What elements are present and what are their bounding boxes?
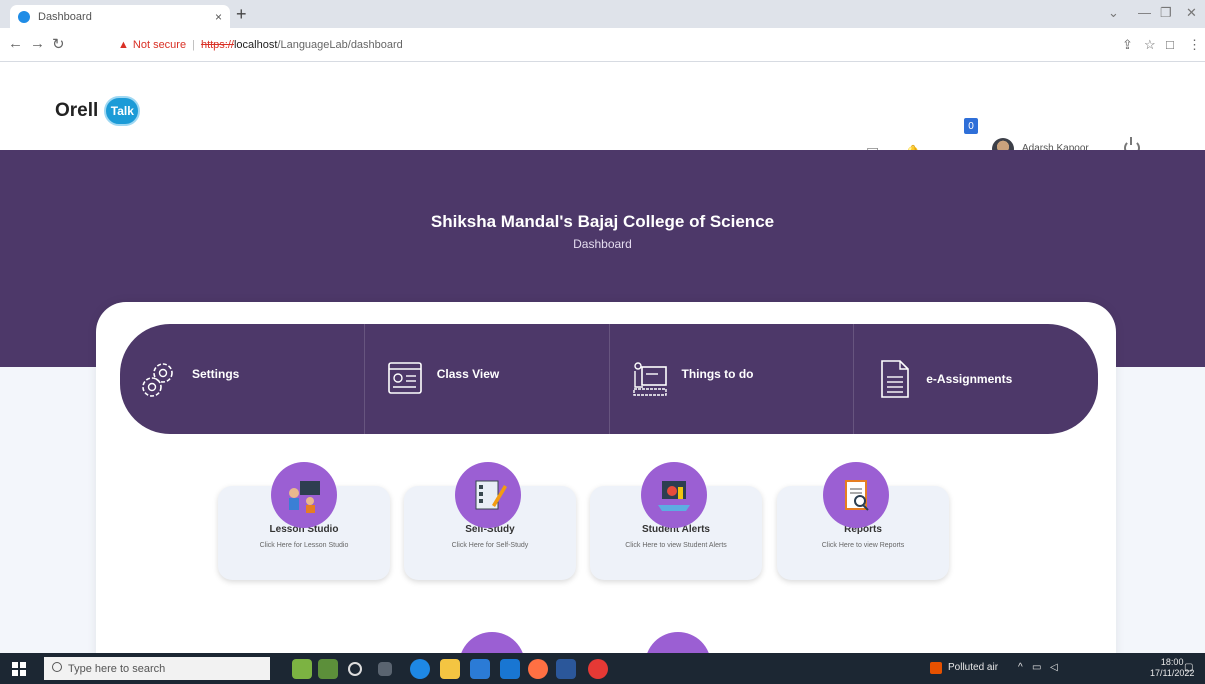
browser-tab[interactable]: Dashboard × bbox=[10, 5, 230, 28]
quick-menu: Settings Class View Things to do e-Assig… bbox=[120, 324, 1098, 434]
menu-item-class-view[interactable]: Class View bbox=[365, 324, 610, 434]
search-icon bbox=[52, 662, 62, 672]
menu-label: e-Assignments bbox=[926, 371, 1013, 386]
class-view-icon bbox=[387, 362, 422, 394]
mail-icon[interactable] bbox=[500, 659, 520, 679]
page-title: Dashboard bbox=[573, 237, 632, 251]
forward-arrow-icon[interactable]: → bbox=[30, 35, 45, 52]
weather-icon[interactable] bbox=[930, 662, 942, 674]
reload-icon[interactable]: ↻ bbox=[52, 35, 65, 53]
app-header bbox=[0, 62, 1205, 150]
things-to-do-icon bbox=[632, 362, 667, 396]
url-scheme: https:// bbox=[200, 39, 234, 51]
browser-address-bar: ← → ↻ ▲ Not secure | https:// localhost … bbox=[0, 28, 1205, 62]
tile-description: Click Here for Self-Study bbox=[451, 542, 529, 549]
weather-label[interactable]: Polluted air bbox=[948, 662, 998, 673]
security-label: Not secure bbox=[132, 39, 187, 51]
tab-close-icon[interactable]: × bbox=[215, 10, 222, 24]
institution-title: Shiksha Mandal's Bajaj College of Scienc… bbox=[430, 212, 775, 231]
site-favicon-icon bbox=[18, 10, 30, 23]
windows-taskbar: Type here to search Polluted air ^ ▭ ◁ 1… bbox=[0, 653, 1205, 684]
warning-icon: ▲ bbox=[118, 39, 129, 51]
tile-description: Click Here to view Reports bbox=[821, 542, 905, 549]
notification-badge: 0 bbox=[964, 118, 978, 134]
tile-description: Click Here to view Student Alerts bbox=[625, 542, 727, 549]
maximize-icon[interactable]: ❐ bbox=[1160, 5, 1172, 21]
cortana-icon[interactable] bbox=[348, 662, 362, 676]
firefox-icon[interactable] bbox=[528, 659, 548, 679]
menu-item-settings[interactable]: Settings bbox=[120, 324, 365, 434]
minimize-icon[interactable]: — bbox=[1138, 5, 1151, 20]
task-view-icon[interactable] bbox=[378, 662, 392, 676]
word-icon[interactable] bbox=[556, 659, 576, 679]
url-host: localhost bbox=[233, 39, 278, 51]
widgets-icon[interactable] bbox=[292, 659, 312, 679]
volume-icon[interactable]: ◁ bbox=[1050, 662, 1058, 673]
close-window-icon[interactable]: ✕ bbox=[1186, 5, 1197, 21]
menu-item-things-to-do[interactable]: Things to do bbox=[610, 324, 855, 434]
self-study-icon[interactable] bbox=[455, 462, 521, 528]
file-explorer-icon[interactable] bbox=[440, 659, 460, 679]
back-arrow-icon[interactable]: ← bbox=[8, 35, 23, 52]
dropdown-icon[interactable]: ⌄ bbox=[1108, 5, 1119, 21]
windows-start-icon[interactable] bbox=[12, 662, 26, 676]
url-field[interactable]: ▲ Not secure | https:// localhost /Langu… bbox=[118, 34, 1138, 56]
logo-bubble: Talk bbox=[104, 96, 141, 126]
lesson-studio-icon[interactable] bbox=[271, 462, 337, 528]
divider: | bbox=[192, 39, 195, 51]
tile-description: Click Here for Lesson Studio bbox=[259, 542, 349, 549]
document-icon bbox=[881, 360, 910, 398]
bookmark-star-icon[interactable]: ☆ bbox=[1144, 37, 1156, 53]
menu-label: Class View bbox=[436, 366, 500, 381]
sidebar-icon[interactable]: □ bbox=[1166, 37, 1174, 52]
url-path: /LanguageLab/dashboard bbox=[277, 39, 403, 51]
new-tab-button[interactable]: + bbox=[236, 4, 247, 25]
search-placeholder: Type here to search bbox=[68, 662, 166, 675]
network-icon[interactable]: ▭ bbox=[1032, 662, 1041, 673]
chrome-icon[interactable] bbox=[588, 659, 608, 679]
reports-icon[interactable] bbox=[823, 462, 889, 528]
tray-overflow-icon[interactable]: ^ bbox=[1018, 662, 1023, 673]
orell-talk-logo[interactable]: Orell Talk bbox=[55, 96, 141, 126]
settings-gears-icon bbox=[142, 363, 173, 397]
share-icon[interactable]: ⇪ bbox=[1122, 37, 1133, 53]
browser-tabbar: Dashboard × + ⌄ — ❐ ✕ bbox=[0, 0, 1205, 28]
edge-browser-icon[interactable] bbox=[410, 659, 430, 679]
tab-title: Dashboard bbox=[38, 10, 92, 23]
menu-label: Settings bbox=[192, 366, 240, 381]
menu-item-e-assignments[interactable]: e-Assignments bbox=[854, 324, 1098, 434]
taskbar-search-field[interactable]: Type here to search bbox=[44, 657, 270, 680]
student-alerts-icon[interactable] bbox=[641, 462, 707, 528]
profile-icon[interactable]: ⋮ bbox=[1188, 37, 1201, 53]
action-center-icon[interactable]: ▢ bbox=[1184, 662, 1193, 673]
logo-text: Orell bbox=[55, 100, 99, 121]
photo-app-icon[interactable] bbox=[318, 659, 338, 679]
store-icon[interactable] bbox=[470, 659, 490, 679]
menu-label: Things to do bbox=[681, 366, 754, 381]
